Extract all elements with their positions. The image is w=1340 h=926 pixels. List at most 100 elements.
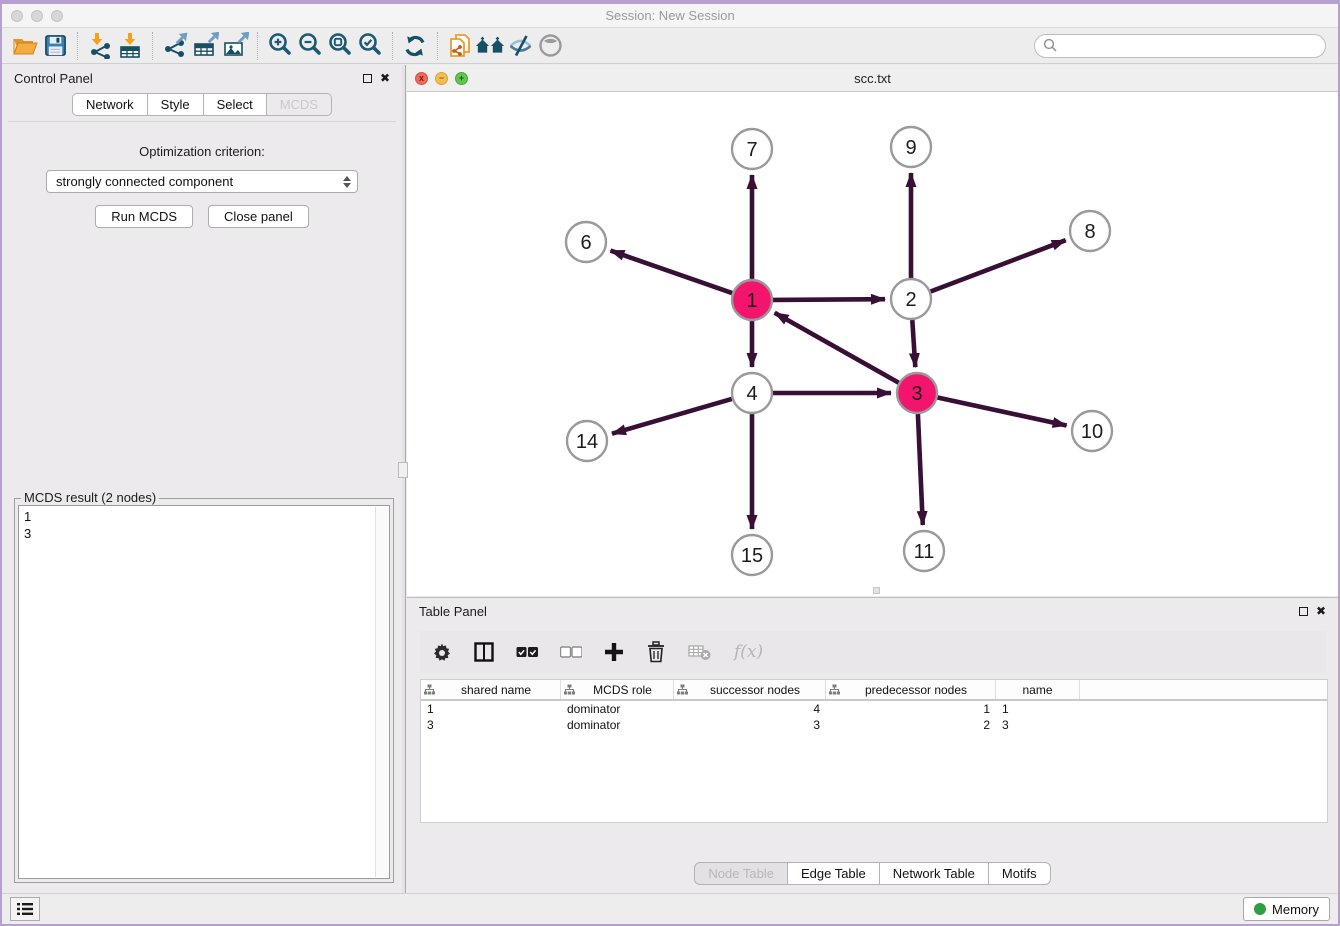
node-4[interactable]: 4 — [732, 373, 772, 413]
criterion-dropdown[interactable]: strongly connected component — [46, 170, 358, 193]
edge-2-3[interactable] — [912, 320, 915, 367]
svg-text:9: 9 — [905, 137, 916, 159]
delete-row-button[interactable] — [646, 641, 666, 663]
svg-text:1: 1 — [746, 290, 757, 312]
run-mcds-button[interactable]: Run MCDS — [95, 205, 193, 228]
mcds-result-textarea[interactable]: 1 3 — [18, 505, 390, 879]
edge-1-6[interactable] — [611, 251, 733, 294]
node-2[interactable]: 2 — [891, 279, 931, 319]
node-10[interactable]: 10 — [1072, 411, 1112, 451]
network-resize-grip[interactable] — [873, 587, 880, 594]
search-input[interactable] — [1034, 34, 1326, 58]
cell-successor-nodes: 4 — [674, 702, 826, 716]
node-7[interactable]: 7 — [732, 129, 772, 169]
import-table-button[interactable] — [115, 31, 145, 61]
close-panel-button[interactable]: Close panel — [208, 205, 309, 228]
cell-predecessor-nodes: 2 — [826, 718, 996, 732]
float-table-panel-icon[interactable] — [1299, 607, 1308, 616]
mcds-result-group: MCDS result (2 nodes) 1 3 — [14, 498, 394, 883]
export-network-button[interactable] — [160, 31, 190, 61]
task-history-button[interactable] — [10, 897, 40, 921]
toolbar-separator — [152, 32, 153, 60]
float-panel-icon[interactable] — [363, 74, 372, 83]
zoom-out-button[interactable] — [295, 31, 325, 61]
node-1[interactable]: 1 — [732, 280, 772, 320]
edge-4-14[interactable] — [612, 399, 732, 434]
tab-style[interactable]: Style — [148, 93, 204, 116]
tab-mcds[interactable]: MCDS — [267, 93, 332, 116]
cell-shared-name: 3 — [421, 718, 561, 732]
save-icon — [43, 33, 68, 58]
column-header-name[interactable]: name — [996, 680, 1080, 699]
table-row[interactable]: 1 dominator 4 1 1 — [421, 701, 1327, 717]
optimization-criterion-label: Optimization criterion: — [8, 144, 396, 159]
dropdown-stepper-icon — [343, 176, 351, 188]
result-scrollbar[interactable] — [375, 507, 388, 877]
import-network-button[interactable] — [85, 31, 115, 61]
zoom-fit-icon — [327, 32, 354, 59]
export-table-icon — [192, 32, 219, 59]
edge-3-10[interactable] — [938, 398, 1067, 426]
deselect-all-checkboxes-button[interactable] — [560, 646, 582, 658]
status-bar: Memory — [2, 893, 1338, 924]
network-canvas[interactable]: 7 9 6 8 1 2 4 3 14 10 15 11 — [407, 92, 1338, 596]
column-header-predecessor-nodes[interactable]: predecessor nodes — [826, 680, 996, 699]
column-header-successor-nodes[interactable]: successor nodes — [674, 680, 826, 699]
criterion-value: strongly connected component — [56, 174, 233, 189]
cell-name: 3 — [996, 718, 1080, 732]
node-14[interactable]: 14 — [567, 421, 607, 461]
node-11[interactable]: 11 — [904, 531, 944, 571]
node-3[interactable]: 3 — [897, 373, 937, 413]
refresh-style-button[interactable] — [400, 31, 430, 61]
network-window-titlebar[interactable]: x − + scc.txt — [407, 65, 1338, 92]
panel-divider-grip[interactable] — [398, 462, 408, 478]
select-all-checkboxes-button[interactable] — [516, 646, 538, 658]
tab-network-table[interactable]: Network Table — [880, 862, 989, 885]
node-9[interactable]: 9 — [891, 127, 931, 167]
zoom-fit-button[interactable] — [325, 31, 355, 61]
zoom-selected-button[interactable] — [355, 31, 385, 61]
export-table-button[interactable] — [190, 31, 220, 61]
delete-table-button[interactable] — [688, 643, 712, 661]
zoom-in-button[interactable] — [265, 31, 295, 61]
node-8[interactable]: 8 — [1070, 211, 1110, 251]
toolbar-separator — [437, 32, 438, 60]
tab-node-table[interactable]: Node Table — [694, 862, 788, 885]
hide-style-button[interactable] — [505, 31, 535, 61]
column-header-mcds-role[interactable]: MCDS role — [561, 680, 674, 699]
tab-network[interactable]: Network — [72, 93, 148, 116]
show-graphics-details-button[interactable] — [535, 31, 565, 61]
tab-select[interactable]: Select — [204, 93, 267, 116]
cell-mcds-role: dominator — [561, 718, 674, 732]
panel-divider[interactable] — [402, 65, 406, 893]
clone-network-button[interactable] — [445, 31, 475, 61]
tab-edge-table[interactable]: Edge Table — [788, 862, 880, 885]
table-tabs: Node Table Edge Table Network Table Moti… — [407, 862, 1338, 885]
open-file-button[interactable] — [10, 31, 40, 61]
toolbar-separator — [392, 32, 393, 60]
column-settings-button[interactable] — [432, 642, 452, 662]
network-graph[interactable]: 7 9 6 8 1 2 4 3 14 10 15 11 — [407, 92, 1337, 595]
edge-3-11[interactable] — [918, 414, 923, 525]
node-15[interactable]: 15 — [732, 535, 772, 575]
save-session-button[interactable] — [40, 31, 70, 61]
svg-text:10: 10 — [1081, 421, 1103, 443]
edge-1-2[interactable] — [773, 299, 885, 300]
edge-2-8[interactable] — [931, 240, 1066, 291]
close-panel-icon[interactable]: ✖ — [380, 72, 390, 84]
column-header-shared-name[interactable]: shared name — [421, 680, 561, 699]
trash-icon — [646, 641, 666, 663]
function-builder-button[interactable]: f(x) — [734, 642, 763, 662]
table-row[interactable]: 3 dominator 3 2 3 — [421, 717, 1327, 733]
svg-text:15: 15 — [741, 545, 763, 567]
memory-button[interactable]: Memory — [1243, 897, 1330, 921]
split-columns-button[interactable] — [474, 642, 494, 662]
export-image-button[interactable] — [220, 31, 250, 61]
home-layout-button[interactable] — [475, 31, 505, 61]
add-row-button[interactable] — [604, 642, 624, 662]
table-toolbar: f(x) — [420, 631, 1326, 673]
close-table-panel-icon[interactable]: ✖ — [1316, 605, 1326, 617]
node-6[interactable]: 6 — [566, 222, 606, 262]
tab-motifs[interactable]: Motifs — [989, 862, 1051, 885]
edge-3-1[interactable] — [775, 313, 899, 383]
